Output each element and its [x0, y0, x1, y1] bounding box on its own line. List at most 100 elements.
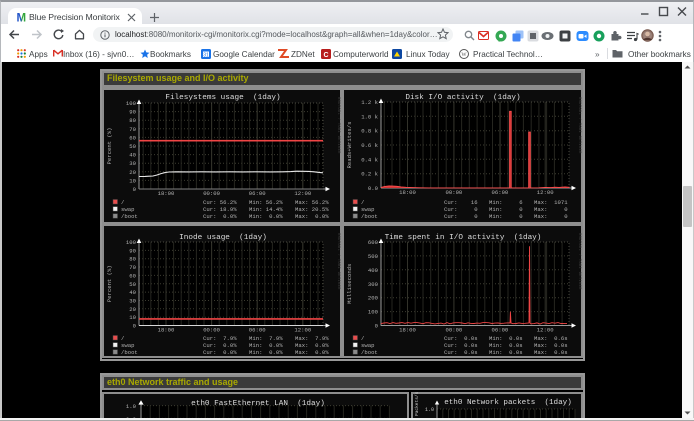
svg-text:70: 70 [129, 264, 136, 271]
svg-text:1.0 k: 1.0 k [361, 113, 378, 120]
svg-text:Max: 0.6s: Max: 0.6s [534, 335, 568, 342]
svg-text:Cur: 0.0%: Cur: 0.0% [203, 213, 237, 220]
svg-text:06:00: 06:00 [492, 327, 509, 334]
svg-text:70: 70 [129, 126, 136, 133]
svg-text:Min: 0: Min: 0 [489, 206, 523, 213]
svg-text:Max: 0.0%: Max: 0.0% [295, 349, 329, 356]
svg-text:eth0 Network packets (1day): eth0 Network packets (1day) [444, 399, 572, 407]
svg-text:Max: 7.9%: Max: 7.9% [295, 335, 329, 342]
svg-text:Min: 7.9%: Min: 7.9% [249, 335, 283, 342]
svg-text:Max: 0.0s: Max: 0.0s [534, 349, 568, 356]
svg-text:60: 60 [129, 272, 136, 279]
svg-text:/boot: /boot [121, 213, 138, 220]
svg-text:Cur: 0.0%: Cur: 0.0% [203, 349, 237, 356]
svg-text:Cur: 16: Cur: 16 [444, 199, 478, 206]
svg-text:50: 50 [129, 281, 136, 288]
svg-text:30: 30 [129, 298, 136, 305]
svg-text:/boot: /boot [361, 349, 378, 356]
svg-text:18:00: 18:00 [158, 190, 175, 197]
svg-text:10: 10 [129, 177, 136, 184]
svg-text:Min: 6: Min: 6 [489, 199, 523, 206]
svg-text:90: 90 [129, 247, 136, 254]
svg-text:Max: 0.0%: Max: 0.0% [295, 342, 329, 349]
svg-text:12:00: 12:00 [537, 327, 554, 334]
svg-text:M: M [17, 13, 27, 24]
svg-text:Cur: 0.0s: Cur: 0.0s [444, 335, 478, 342]
svg-text:Min: 0.0s: Min: 0.0s [489, 349, 523, 356]
svg-text:Min: 0.0%: Min: 0.0% [249, 213, 283, 220]
svg-text:Percent (%): Percent (%) [106, 128, 113, 165]
svg-text:Disk I/O activity (1day): Disk I/O activity (1day) [405, 94, 520, 102]
svg-text:0.8 k: 0.8 k [361, 128, 378, 135]
svg-text:00:00: 00:00 [446, 189, 463, 196]
svg-text:/boot: /boot [121, 349, 138, 356]
svg-text:Cur: 0.0s: Cur: 0.0s [444, 349, 478, 356]
svg-text:0.4 k: 0.4 k [361, 156, 378, 163]
svg-text:20: 20 [129, 306, 136, 313]
svg-text:60: 60 [129, 134, 136, 141]
svg-text:Cur: 0.0s: Cur: 0.0s [444, 342, 478, 349]
svg-text:1.0: 1.0 [126, 403, 137, 410]
svg-text:Max: 20.5%: Max: 20.5% [295, 206, 329, 213]
svg-text:30: 30 [129, 160, 136, 167]
svg-text:Min: 0.0s: Min: 0.0s [489, 342, 523, 349]
svg-text:/boot: /boot [361, 213, 378, 220]
svg-text:100: 100 [126, 100, 137, 107]
svg-text:300: 300 [368, 281, 379, 288]
svg-text:C: C [323, 52, 328, 59]
svg-text:1.2 k: 1.2 k [361, 99, 378, 106]
svg-text:Max: 0: Max: 0 [534, 206, 568, 213]
svg-text:Cur: 0.0%: Cur: 0.0% [203, 342, 237, 349]
svg-text:00:00: 00:00 [203, 190, 220, 197]
svg-text:80: 80 [129, 256, 136, 263]
svg-text:12:00: 12:00 [294, 327, 311, 334]
svg-text:RRDTOOL / TOBI OETIKER: RRDTOOL / TOBI OETIKER [577, 233, 582, 290]
svg-text:500: 500 [368, 253, 379, 260]
svg-text:Min: 0.0%: Min: 0.0% [249, 349, 283, 356]
svg-text:eth0 FastEthernet LAN (1day): eth0 FastEthernet LAN (1day) [191, 400, 325, 408]
svg-text:1.0: 1.0 [425, 407, 434, 413]
svg-text:swap: swap [121, 342, 134, 349]
svg-text:Max: 56.2%: Max: 56.2% [295, 199, 329, 206]
svg-text:0.2 k: 0.2 k [361, 171, 378, 178]
svg-text:40: 40 [129, 152, 136, 159]
svg-text:W: W [461, 52, 467, 58]
svg-text:50: 50 [129, 143, 136, 150]
svg-text:RRDTOOL / TOBI OETIKER: RRDTOOL / TOBI OETIKER [336, 233, 341, 290]
svg-text:06:00: 06:00 [249, 327, 266, 334]
svg-text:100: 100 [368, 309, 379, 316]
svg-text:Percent (%): Percent (%) [106, 265, 113, 302]
svg-text:0.6 k: 0.6 k [361, 142, 378, 149]
svg-text:06:00: 06:00 [492, 189, 509, 196]
svg-text:Min: 0.0s: Min: 0.0s [489, 335, 523, 342]
svg-text:12:00: 12:00 [294, 190, 311, 197]
svg-text:swap: swap [361, 342, 374, 349]
svg-text:31: 31 [203, 52, 209, 58]
svg-text:20: 20 [129, 169, 136, 176]
svg-text:18:00: 18:00 [399, 327, 416, 334]
svg-text:Min: 0: Min: 0 [489, 213, 523, 220]
svg-text:80: 80 [129, 117, 136, 124]
svg-text:Min: 56.2%: Min: 56.2% [249, 199, 283, 206]
svg-text:Cur: 18.9%: Cur: 18.9% [203, 206, 237, 213]
svg-text:Min: 14.4%: Min: 14.4% [249, 206, 283, 213]
svg-text:RRDTOOL / TOBI OETIKER: RRDTOOL / TOBI OETIKER [577, 97, 582, 154]
svg-text:0.0: 0.0 [368, 185, 379, 192]
svg-text:Max: 1071: Max: 1071 [534, 199, 568, 206]
svg-text:12:00: 12:00 [537, 189, 554, 196]
svg-text:600: 600 [368, 239, 379, 246]
svg-text:Cur: 0: Cur: 0 [444, 213, 478, 220]
svg-text:10: 10 [129, 314, 136, 321]
svg-text:18:00: 18:00 [399, 189, 416, 196]
svg-text:RRDTOOL / TOBI OETIKER: RRDTOOL / TOBI OETIKER [336, 97, 341, 154]
svg-text:90: 90 [129, 109, 136, 116]
svg-text:Packets/s: Packets/s [414, 392, 420, 416]
svg-text:Min: 0.0%: Min: 0.0% [249, 342, 283, 349]
svg-text:Time spent in I/O activity (1: Time spent in I/O activity (1day) [385, 234, 542, 242]
svg-text:Max: 0.0s: Max: 0.0s [534, 342, 568, 349]
svg-text:200: 200 [368, 295, 379, 302]
svg-text:Max: 0: Max: 0 [534, 213, 568, 220]
svg-text:swap: swap [121, 206, 134, 213]
svg-text:Cur: 0: Cur: 0 [444, 206, 478, 213]
svg-text:100: 100 [126, 239, 137, 246]
